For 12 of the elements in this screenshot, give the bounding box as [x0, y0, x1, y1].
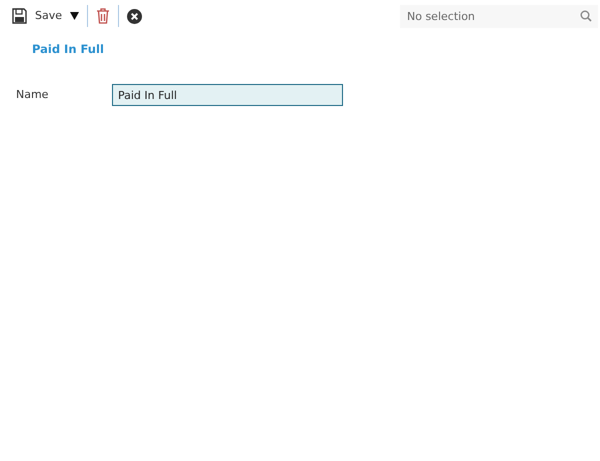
delete-button[interactable]	[96, 8, 110, 24]
dropdown-button[interactable]	[70, 12, 80, 20]
name-input[interactable]: Paid In Full	[112, 84, 343, 106]
caret-icon	[70, 12, 80, 20]
save-button[interactable]: Save	[12, 8, 62, 24]
close-button[interactable]	[127, 8, 142, 24]
record-title: Paid In Full	[32, 41, 105, 58]
search-field[interactable]: No selection	[400, 4, 598, 28]
field-label: Name	[16, 87, 50, 103]
close-icon	[127, 8, 142, 24]
search-icon	[580, 10, 592, 22]
trash-icon	[96, 8, 110, 24]
